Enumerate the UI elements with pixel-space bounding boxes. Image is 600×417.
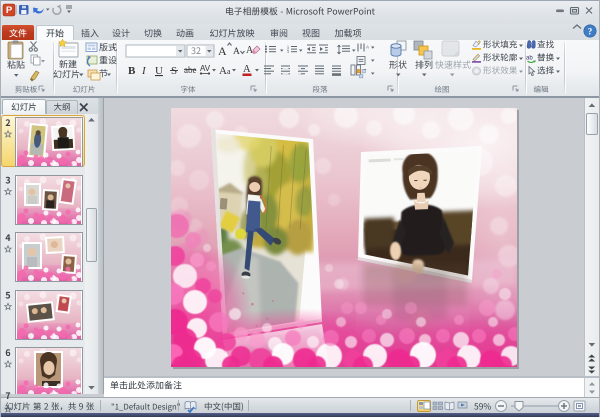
svg-text:3: 3 [287,50,289,54]
svg-text:U: U [155,65,163,77]
svg-text:A: A [219,65,227,77]
svg-text:A: A [243,64,251,75]
svg-text:a: a [227,67,231,76]
svg-text:A: A [233,47,240,57]
svg-text:A: A [218,44,227,58]
svg-text:AV: AV [200,64,211,73]
svg-text:S: S [171,65,177,77]
svg-text:abe: abe [184,65,197,75]
svg-text:I: I [141,65,147,77]
svg-text:?: ? [588,27,593,37]
svg-text:B: B [128,65,136,77]
svg-text:P: P [6,5,13,16]
svg-text:ab: ab [526,56,533,62]
svg-text:A: A [366,45,369,50]
